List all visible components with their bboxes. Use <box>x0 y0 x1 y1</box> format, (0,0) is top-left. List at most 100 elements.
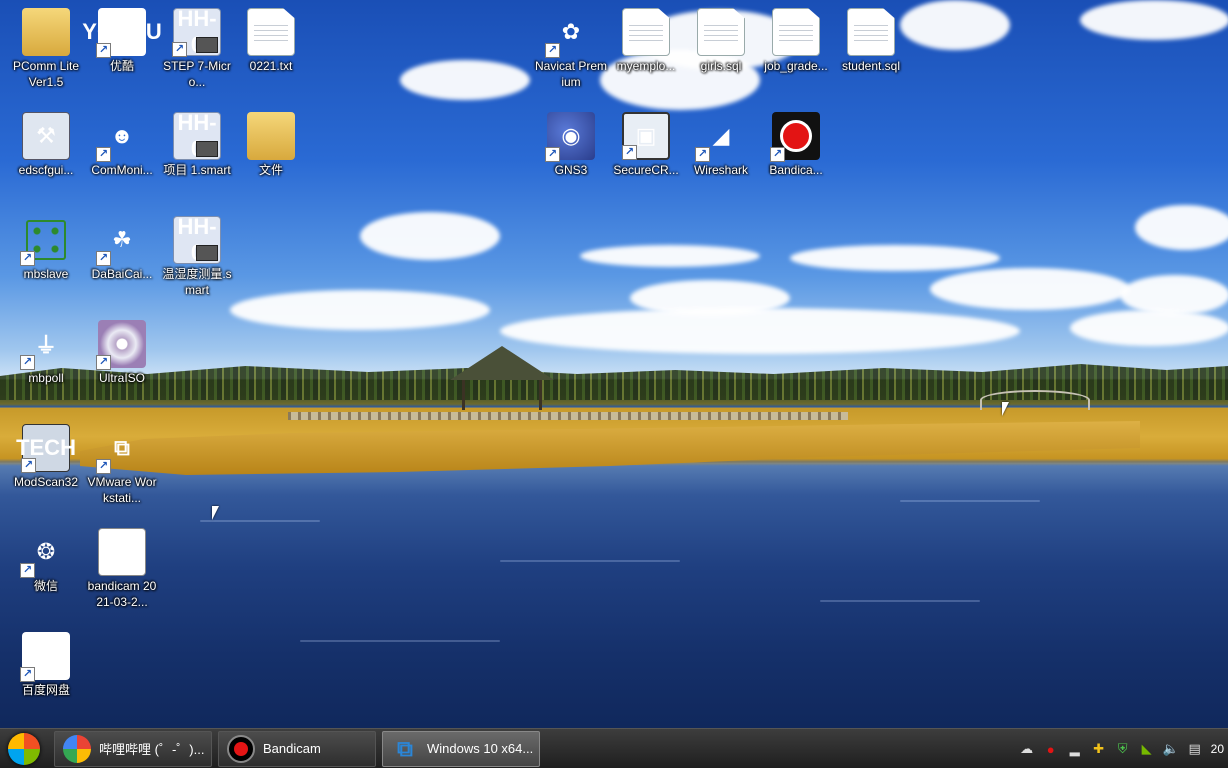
folder-icon <box>22 8 70 56</box>
ultraiso-icon: ↗ <box>96 320 146 370</box>
icon-label: ModScan32 <box>13 475 79 489</box>
icon-label: ComMoni... <box>91 163 153 177</box>
desktop-icon-mbpoll[interactable]: ⏚ ↗ mbpoll <box>8 314 84 386</box>
icon-label: STEP 7-Micro... <box>163 59 231 89</box>
desktop-icon-wenshidu-smart[interactable]: HH-0 温湿度测量.smart <box>159 210 235 298</box>
cloud <box>1120 275 1228 315</box>
record-icon[interactable]: ● <box>1043 742 1059 757</box>
cloud <box>1135 205 1228 250</box>
cloud <box>360 212 500 260</box>
water-ripple <box>820 600 980 602</box>
desktop-icon-modscan32[interactable]: TECH ↗ ModScan32 <box>8 418 84 490</box>
wechat-icon: ❂ ↗ <box>20 528 70 578</box>
desktop-icon-vmware[interactable]: ⧉ ↗ VMware Workstati... <box>84 418 160 506</box>
icon-label: girls.sql <box>700 59 742 73</box>
bandicam-icon: ↗ <box>770 112 820 162</box>
cloud <box>790 245 1000 271</box>
cloud <box>500 308 1020 354</box>
edscfgui-icon: ⚒ <box>22 112 70 160</box>
desktop-icon-wireshark[interactable]: ◢ ↗ Wireshark <box>683 106 759 178</box>
sql-file-icon <box>697 8 745 56</box>
icon-label: student.sql <box>841 59 901 73</box>
shortcut-arrow-icon: ↗ <box>96 355 111 370</box>
bilibili-icon <box>63 734 91 763</box>
cloud <box>1070 310 1228 346</box>
dabaicai-icon: ☘ ↗ <box>96 216 146 266</box>
desktop-icon-ultraiso[interactable]: ↗ UltraISO <box>84 314 160 386</box>
desktop-icon-navicat[interactable]: ✿ ↗ Navicat Premium <box>533 2 609 90</box>
icon-label: edscfgui... <box>18 163 74 177</box>
commonitor-icon: ☻ ↗ <box>96 112 146 162</box>
icon-label: 百度网盘 <box>21 683 70 697</box>
desktop-icon-securecrt[interactable]: ▣ ↗ SecureCR... <box>608 106 684 178</box>
desktop-icon-gns3[interactable]: ◉ ↗ GNS3 <box>533 106 609 178</box>
desktop-icon-bandicam-video[interactable]: AVI bandicam 2021-03-2... <box>84 522 160 610</box>
mouse-cursor-icon <box>212 506 219 520</box>
volume-icon[interactable]: 🔈 <box>1163 741 1179 757</box>
avi-file-icon: AVI <box>98 528 146 576</box>
desktop-icon-xiangmu-smart[interactable]: HH-0 项目 1.smart <box>159 106 235 178</box>
taskbar-item-label: Windows 10 x64... <box>427 741 534 756</box>
tray-clock[interactable]: 20 <box>1211 742 1224 756</box>
desktop-icon-commonitor[interactable]: ☻ ↗ ComMoni... <box>84 106 160 178</box>
desktop-icon-bandicam[interactable]: ↗ Bandica... <box>758 106 834 178</box>
step7-icon: HH-0 <box>173 110 221 161</box>
sql-file-icon <box>772 8 820 56</box>
icon-label: myemplo... <box>616 59 676 73</box>
securecrt-icon: ▣ ↗ <box>622 112 670 160</box>
step7-icon: HH-0 <box>173 214 221 265</box>
shortcut-arrow-icon: ↗ <box>172 42 187 57</box>
shortcut-arrow-icon: ↗ <box>545 43 560 58</box>
desktop-icon-dabaicai[interactable]: ☘ ↗ DaBaiCai... <box>84 210 160 282</box>
taskbar-item-label: 哔哩哔哩 (゜-゜)... <box>99 742 205 757</box>
icon-label: bandicam 2021-03-2... <box>87 579 157 609</box>
cloud-sync-icon[interactable]: ☁ <box>1019 741 1035 757</box>
shortcut-arrow-icon: ↗ <box>20 667 35 682</box>
desktop-icon-0221-txt[interactable]: 0221.txt <box>233 2 309 74</box>
mbslave-icon: ↗ <box>20 216 70 266</box>
shortcut-arrow-icon: ↗ <box>770 147 785 162</box>
shield-icon[interactable]: ⛨ <box>1115 741 1131 757</box>
desktop-icon-step7[interactable]: HH-0 ↗ STEP 7-Micro... <box>159 2 235 90</box>
icon-label: Wireshark <box>693 163 748 177</box>
mouse-cursor-icon <box>1002 402 1009 416</box>
water-ripple <box>500 560 680 562</box>
desktop-icon-edscfgui[interactable]: ⚒ edscfgui... <box>8 106 84 178</box>
taskbar-item-vmware[interactable]: ⧉ Windows 10 x64... <box>382 730 540 767</box>
shortcut-arrow-icon: ↗ <box>96 251 111 266</box>
vmware-icon: ⧉ <box>397 735 413 761</box>
desktop-icon-student-sql[interactable]: student.sql <box>833 2 909 74</box>
shortcut-arrow-icon: ↗ <box>96 459 111 474</box>
desktop-icon-pcomm[interactable]: PComm Lite Ver1.5 <box>8 2 84 90</box>
clipboard-icon[interactable]: ▤ <box>1187 741 1203 757</box>
nvidia-icon[interactable]: ◣ <box>1139 741 1155 757</box>
modscan-icon: TECH ↗ <box>16 424 76 473</box>
taskbar: 哔哩哔哩 (゜-゜)... Bandicam ⧉ Windows 10 x64.… <box>0 728 1228 768</box>
shortcut-arrow-icon: ↗ <box>20 251 35 266</box>
cloud <box>230 290 490 330</box>
mbpoll-icon: ⏚ ↗ <box>20 320 70 370</box>
start-button[interactable] <box>0 729 48 768</box>
cloud <box>900 0 1010 50</box>
network-signal-icon[interactable]: ▂ <box>1067 741 1083 757</box>
desktop-icon-youku[interactable]: YOUKU ↗ 优酷 <box>82 2 162 74</box>
desktop-icon-baidu-netdisk[interactable]: ∞ ↗ 百度网盘 <box>8 626 84 698</box>
shortcut-arrow-icon: ↗ <box>695 147 710 162</box>
desktop-icon-mbslave[interactable]: ↗ mbslave <box>8 210 84 282</box>
desktop-icon-myemplo[interactable]: myemplo... <box>608 2 684 74</box>
start-orb-icon <box>8 732 40 765</box>
wireshark-icon: ◢ ↗ <box>695 112 745 162</box>
icon-label: 温湿度测量.smart <box>162 267 232 297</box>
icon-label: DaBaiCai... <box>91 267 153 281</box>
cloud <box>1080 0 1228 40</box>
desktop-icon-job-grade[interactable]: job_grade... <box>758 2 834 74</box>
icon-label: 项目 1.smart <box>163 163 231 177</box>
text-file-icon <box>247 8 295 56</box>
taskbar-item-bandicam[interactable]: Bandicam <box>218 730 376 767</box>
plus-badge-icon[interactable]: ✚ <box>1091 741 1107 757</box>
desktop-icon-girls-sql[interactable]: girls.sql <box>683 2 759 74</box>
desktop-icon-wechat[interactable]: ❂ ↗ 微信 <box>8 522 84 594</box>
taskbar-item-bilibili[interactable]: 哔哩哔哩 (゜-゜)... <box>54 730 212 767</box>
icon-label: Bandica... <box>769 163 823 177</box>
desktop-icon-wenjian-folder[interactable]: 文件 <box>233 106 309 178</box>
